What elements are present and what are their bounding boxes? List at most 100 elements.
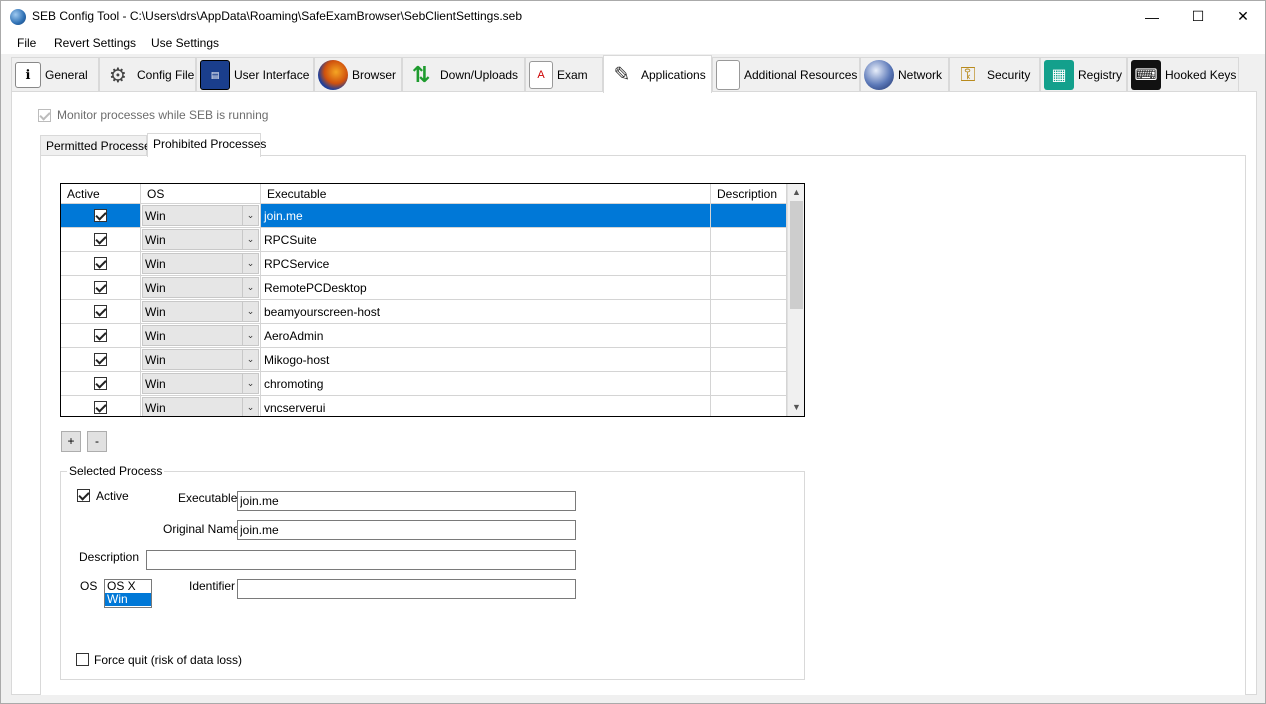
table-row[interactable]: Win ⌄ join.me <box>61 204 787 228</box>
tab-registry[interactable]: ▦ Registry <box>1040 57 1127 92</box>
chevron-down-icon[interactable]: ⌄ <box>242 326 258 345</box>
row-active-cell[interactable] <box>61 348 141 372</box>
tab-config-file[interactable]: ⚙ Config File <box>99 57 196 92</box>
row-active-checkbox[interactable] <box>94 377 107 390</box>
row-os-cell[interactable]: Win ⌄ <box>141 252 261 276</box>
table-row[interactable]: Win ⌄ beamyourscreen-host <box>61 300 787 324</box>
tab-exam[interactable]: A Exam <box>525 57 603 92</box>
scroll-down-icon[interactable]: ▼ <box>788 399 804 416</box>
monitor-checkbox-box[interactable] <box>38 108 51 122</box>
row-active-cell[interactable] <box>61 276 141 300</box>
row-os-cell[interactable]: Win ⌄ <box>141 348 261 372</box>
chevron-down-icon[interactable]: ⌄ <box>242 374 258 393</box>
add-process-button[interactable]: + <box>61 431 81 452</box>
table-row[interactable]: Win ⌄ vncserverui <box>61 396 787 416</box>
row-description-cell[interactable] <box>711 204 787 228</box>
row-active-checkbox[interactable] <box>94 257 107 270</box>
row-os-combobox[interactable]: Win ⌄ <box>142 229 259 250</box>
row-active-cell[interactable] <box>61 396 141 416</box>
scroll-up-icon[interactable]: ▲ <box>788 184 804 201</box>
column-description[interactable]: Description <box>711 184 787 204</box>
row-active-cell[interactable] <box>61 204 141 228</box>
row-description-cell[interactable] <box>711 276 787 300</box>
row-description-cell[interactable] <box>711 396 787 416</box>
row-active-cell[interactable] <box>61 372 141 396</box>
row-executable-cell[interactable]: join.me <box>261 204 711 228</box>
description-field[interactable] <box>146 550 576 570</box>
table-row[interactable]: Win ⌄ RemotePCDesktop <box>61 276 787 300</box>
row-executable-cell[interactable]: chromoting <box>261 372 711 396</box>
row-os-cell[interactable]: Win ⌄ <box>141 276 261 300</box>
chevron-down-icon[interactable]: ⌄ <box>242 302 258 321</box>
prohibited-processes-table[interactable]: Active OS Executable Description Win ⌄ joi… <box>60 183 805 417</box>
row-os-combobox[interactable]: Win ⌄ <box>142 325 259 346</box>
tab-hooked-keys[interactable]: ⌨ Hooked Keys <box>1127 57 1239 92</box>
row-active-cell[interactable] <box>61 300 141 324</box>
scroll-thumb[interactable] <box>790 201 803 309</box>
tab-browser[interactable]: Browser <box>314 57 402 92</box>
row-active-checkbox[interactable] <box>94 209 107 222</box>
chevron-down-icon[interactable]: ⌄ <box>242 278 258 297</box>
os-option-win[interactable]: Win <box>105 593 151 606</box>
row-description-cell[interactable] <box>711 324 787 348</box>
row-executable-cell[interactable]: RPCService <box>261 252 711 276</box>
maximize-button[interactable]: ☐ <box>1175 1 1221 32</box>
tab-applications[interactable]: ✎ Applications <box>603 55 712 93</box>
row-description-cell[interactable] <box>711 372 787 396</box>
row-description-cell[interactable] <box>711 348 787 372</box>
selected-active-checkbox[interactable] <box>77 489 90 502</box>
row-executable-cell[interactable]: AeroAdmin <box>261 324 711 348</box>
menu-file[interactable]: File <box>17 36 36 50</box>
table-row[interactable]: Win ⌄ Mikogo-host <box>61 348 787 372</box>
row-os-combobox[interactable]: Win ⌄ <box>142 349 259 370</box>
executable-field[interactable] <box>237 491 576 511</box>
table-row[interactable]: Win ⌄ RPCService <box>61 252 787 276</box>
tab-security[interactable]: ⚿ Security <box>949 57 1040 92</box>
chevron-down-icon[interactable]: ⌄ <box>242 398 258 416</box>
force-quit-checkbox[interactable] <box>76 653 89 666</box>
row-executable-cell[interactable]: RPCSuite <box>261 228 711 252</box>
monitor-processes-checkbox[interactable]: Monitor processes while SEB is running <box>38 108 268 122</box>
chevron-down-icon[interactable]: ⌄ <box>242 206 258 225</box>
row-active-cell[interactable] <box>61 252 141 276</box>
remove-process-button[interactable]: - <box>87 431 107 452</box>
tab-additional-resources[interactable]: Additional Resources <box>712 57 860 92</box>
row-os-cell[interactable]: Win ⌄ <box>141 396 261 416</box>
row-active-cell[interactable] <box>61 324 141 348</box>
row-os-cell[interactable]: Win ⌄ <box>141 204 261 228</box>
table-scrollbar[interactable]: ▲ ▼ <box>787 184 804 416</box>
row-executable-cell[interactable]: beamyourscreen-host <box>261 300 711 324</box>
row-description-cell[interactable] <box>711 252 787 276</box>
row-active-checkbox[interactable] <box>94 353 107 366</box>
chevron-down-icon[interactable]: ⌄ <box>242 350 258 369</box>
tab-permitted-processes[interactable]: Permitted Processes <box>40 135 157 156</box>
row-os-combobox[interactable]: Win ⌄ <box>142 301 259 322</box>
row-os-combobox[interactable]: Win ⌄ <box>142 205 259 226</box>
chevron-down-icon[interactable]: ⌄ <box>242 230 258 249</box>
column-os[interactable]: OS <box>141 184 261 204</box>
row-executable-cell[interactable]: vncserverui <box>261 396 711 416</box>
tab-general[interactable]: ℹ General <box>11 57 99 92</box>
row-active-checkbox[interactable] <box>94 401 107 414</box>
original-name-field[interactable] <box>237 520 576 540</box>
row-active-cell[interactable] <box>61 228 141 252</box>
minimize-button[interactable]: — <box>1129 1 1175 32</box>
table-row[interactable]: Win ⌄ chromoting <box>61 372 787 396</box>
menu-use-settings[interactable]: Use Settings <box>151 36 219 50</box>
tab-down-uploads[interactable]: ⇅ Down/Uploads <box>402 57 525 92</box>
chevron-down-icon[interactable]: ⌄ <box>242 254 258 273</box>
menu-revert-settings[interactable]: Revert Settings <box>54 36 136 50</box>
row-os-cell[interactable]: Win ⌄ <box>141 228 261 252</box>
row-active-checkbox[interactable] <box>94 233 107 246</box>
column-active[interactable]: Active <box>61 184 141 204</box>
tab-prohibited-processes[interactable]: Prohibited Processes <box>147 133 266 157</box>
row-active-checkbox[interactable] <box>94 305 107 318</box>
row-executable-cell[interactable]: Mikogo-host <box>261 348 711 372</box>
row-description-cell[interactable] <box>711 300 787 324</box>
row-executable-cell[interactable]: RemotePCDesktop <box>261 276 711 300</box>
tab-network[interactable]: Network <box>860 57 949 92</box>
row-description-cell[interactable] <box>711 228 787 252</box>
column-executable[interactable]: Executable <box>261 184 711 204</box>
tab-user-interface[interactable]: ▤ User Interface <box>196 57 314 92</box>
close-button[interactable]: ✕ <box>1220 1 1266 32</box>
